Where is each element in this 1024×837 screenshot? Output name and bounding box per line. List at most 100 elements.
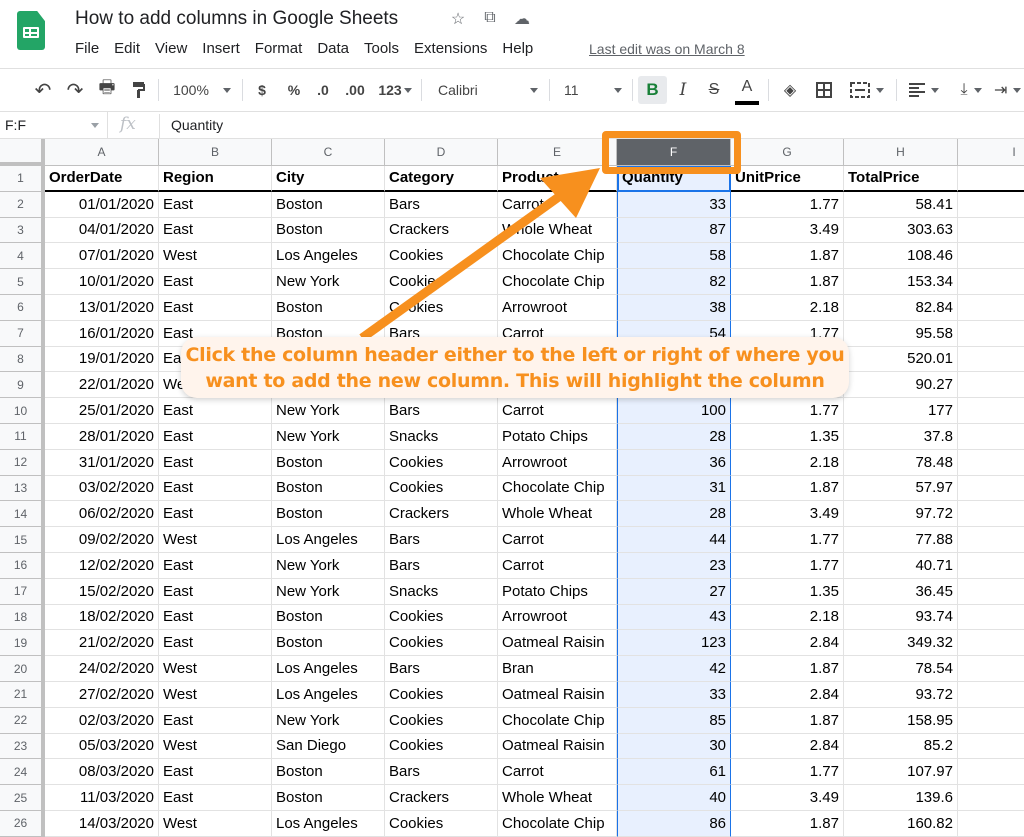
cell-f[interactable]: 82 (617, 269, 731, 295)
cell-e[interactable]: Whole Wheat (498, 501, 617, 528)
redo-icon[interactable]: ↷ (62, 69, 88, 111)
cell-a[interactable]: 02/03/2020 (45, 707, 159, 734)
cell-h[interactable]: 93.72 (844, 682, 958, 708)
row-header[interactable]: 19 (0, 630, 45, 657)
menu-file[interactable]: File (75, 40, 99, 57)
column-header-c[interactable]: C (272, 139, 385, 165)
cell-e[interactable]: Arrowroot (498, 449, 617, 476)
cell-c[interactable]: Boston (272, 295, 385, 321)
cell-d[interactable]: Bars (385, 759, 498, 786)
cell-d[interactable]: Snacks (385, 424, 498, 450)
row-header[interactable]: 1 (0, 166, 45, 192)
horizontal-align-icon[interactable] (904, 69, 944, 111)
cell-b[interactable]: East (159, 295, 272, 321)
column-header-f[interactable]: F (617, 139, 731, 165)
cell-h[interactable]: 85.2 (844, 733, 958, 760)
cell-h[interactable]: 77.88 (844, 527, 958, 553)
cell-d[interactable]: Cookies (385, 295, 498, 321)
cell-g[interactable]: 1.87 (731, 707, 844, 734)
cell-h[interactable]: 57.97 (844, 475, 958, 502)
row-header[interactable]: 23 (0, 733, 45, 760)
cell-e[interactable]: Potato Chips (498, 424, 617, 450)
cell-a[interactable]: 27/02/2020 (45, 682, 159, 708)
cell-b[interactable]: West (159, 682, 272, 708)
cell-b[interactable]: Region (159, 166, 272, 192)
cell-h[interactable]: TotalPrice (844, 166, 958, 192)
decrease-decimal-button[interactable]: .0 (312, 69, 334, 111)
cell-a[interactable]: 12/02/2020 (45, 553, 159, 579)
cell-g[interactable]: 3.49 (731, 501, 844, 528)
cell-c[interactable]: Los Angeles (272, 811, 385, 837)
row-header[interactable]: 25 (0, 785, 45, 811)
cell-e[interactable]: Chocolate Chip (498, 707, 617, 734)
cell-i[interactable] (958, 347, 1024, 373)
cell-i[interactable] (958, 527, 1024, 553)
cell-h[interactable]: 36.45 (844, 578, 958, 605)
row-header[interactable]: 24 (0, 759, 45, 786)
cell-e[interactable]: Carrot (498, 191, 617, 218)
cell-e[interactable]: Chocolate Chip (498, 269, 617, 295)
merge-cells-icon[interactable] (845, 69, 889, 111)
cell-i[interactable] (958, 192, 1024, 218)
cell-h[interactable]: 177 (844, 398, 958, 424)
formula-input[interactable]: Quantity (171, 117, 223, 133)
cell-e[interactable]: Chocolate Chip (498, 475, 617, 502)
cell-a[interactable]: 15/02/2020 (45, 578, 159, 605)
cell-c[interactable]: Los Angeles (272, 682, 385, 708)
cell-f[interactable]: 33 (617, 191, 731, 218)
column-header-e[interactable]: E (498, 139, 617, 165)
cell-d[interactable]: Cookies (385, 604, 498, 631)
cell-b[interactable]: East (159, 630, 272, 657)
cell-f[interactable]: 38 (617, 295, 731, 321)
cell-b[interactable]: East (159, 217, 272, 244)
cell-b[interactable]: East (159, 553, 272, 579)
menu-help[interactable]: Help (502, 40, 533, 57)
cell-g[interactable]: 1.35 (731, 578, 844, 605)
row-header[interactable]: 21 (0, 682, 45, 708)
percent-format-button[interactable]: % (284, 69, 304, 111)
select-all-corner[interactable] (0, 139, 45, 166)
cell-c[interactable]: Boston (272, 785, 385, 811)
cell-g[interactable]: 2.18 (731, 449, 844, 476)
cell-c[interactable]: New York (272, 553, 385, 579)
cell-b[interactable]: East (159, 759, 272, 786)
cell-g[interactable]: 1.87 (731, 243, 844, 270)
cell-a[interactable]: 08/03/2020 (45, 759, 159, 786)
cell-f[interactable]: 123 (617, 630, 731, 657)
cell-a[interactable]: 10/01/2020 (45, 269, 159, 295)
text-wrap-icon[interactable]: ⇥ (994, 69, 1024, 111)
cell-a[interactable]: 18/02/2020 (45, 604, 159, 631)
cell-i[interactable] (958, 734, 1024, 760)
document-title[interactable]: How to add columns in Google Sheets (75, 8, 398, 30)
cell-b[interactable]: East (159, 191, 272, 218)
cell-d[interactable]: Cookies (385, 707, 498, 734)
cell-d[interactable]: Bars (385, 191, 498, 218)
row-header[interactable]: 3 (0, 217, 45, 244)
cell-i[interactable] (958, 759, 1024, 786)
cell-g[interactable]: 1.87 (731, 811, 844, 837)
cell-i[interactable] (958, 372, 1024, 399)
vertical-align-icon[interactable]: ⤓ (952, 69, 990, 111)
star-icon[interactable]: ☆ (448, 9, 468, 29)
cell-f[interactable]: 43 (617, 604, 731, 631)
cell-f[interactable]: 85 (617, 707, 731, 734)
paint-format-icon[interactable] (126, 69, 152, 111)
cell-c[interactable]: Boston (272, 449, 385, 476)
cell-d[interactable]: Cookies (385, 733, 498, 760)
row-header[interactable]: 7 (0, 320, 45, 347)
google-sheets-logo-icon[interactable] (17, 11, 45, 50)
cell-h[interactable]: 82.84 (844, 295, 958, 321)
menu-edit[interactable]: Edit (114, 40, 140, 57)
cell-h[interactable]: 349.32 (844, 630, 958, 657)
cell-c[interactable]: Boston (272, 501, 385, 528)
column-header-b[interactable]: B (159, 139, 272, 165)
more-formats-select[interactable]: 123 (375, 69, 415, 111)
menu-data[interactable]: Data (317, 40, 349, 57)
cell-e[interactable]: Potato Chips (498, 578, 617, 605)
cell-i[interactable] (958, 166, 1024, 192)
cell-f[interactable]: 36 (617, 449, 731, 476)
cell-i[interactable] (958, 553, 1024, 579)
cell-e[interactable]: Whole Wheat (498, 785, 617, 811)
cell-a[interactable]: 13/01/2020 (45, 295, 159, 321)
row-header[interactable]: 13 (0, 475, 45, 502)
